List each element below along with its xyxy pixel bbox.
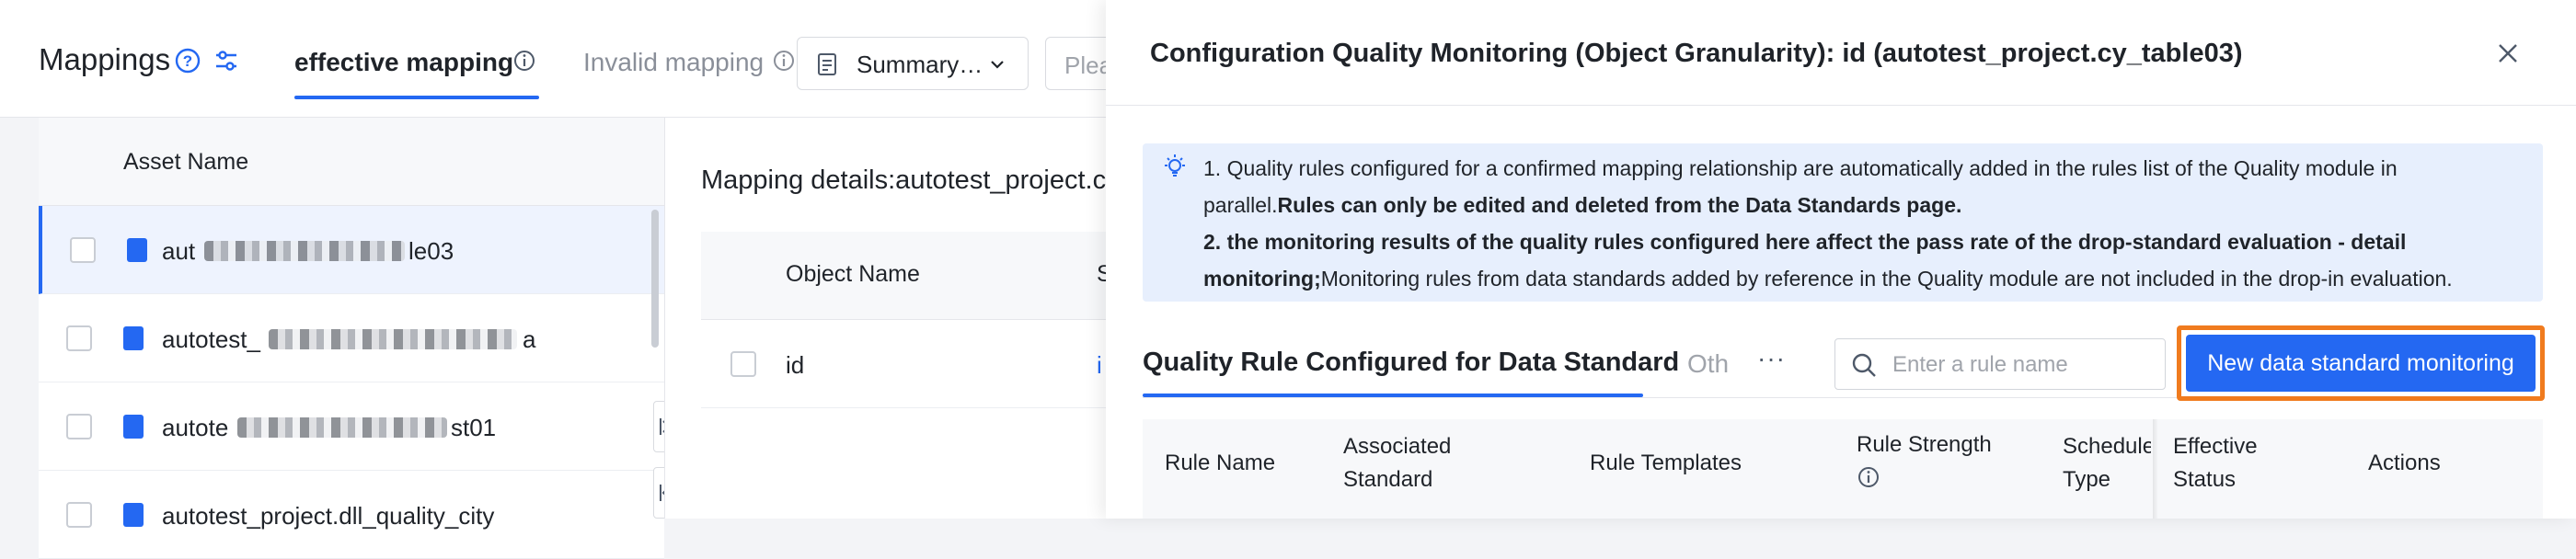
notice-line-3: 2. the monitoring results of the quality… [1203, 230, 2406, 255]
column-rule-name: Rule Name [1165, 451, 1276, 475]
column-label-line: Schedule [2063, 434, 2151, 459]
table-icon [127, 238, 147, 262]
asset-name-start: autotest_ [162, 325, 260, 353]
active-tab-indicator [294, 96, 539, 99]
column-associated-standard: Associated Standard [1343, 430, 1451, 496]
active-tab-indicator [1143, 394, 1643, 397]
redacted-text [269, 329, 517, 349]
asset-name-end: le03 [408, 237, 454, 265]
tab-other[interactable]: Oth [1687, 349, 1729, 379]
fixed-column-shadow [2153, 419, 2158, 519]
chevron-down-icon [987, 54, 1007, 74]
column-label-line: Rule Strength [1857, 432, 1992, 457]
row-checkbox[interactable] [66, 325, 92, 351]
new-data-standard-monitoring-button[interactable]: New data standard monitoring [2186, 335, 2536, 392]
notice-bold-text: monitoring; [1203, 267, 1321, 291]
help-icon[interactable]: ? [175, 48, 201, 74]
divider [1106, 105, 2576, 106]
button-label: New data standard monitoring [2207, 349, 2514, 376]
asset-name-start: aut [162, 237, 196, 265]
rule-search-input[interactable] [1891, 339, 2161, 391]
column-rule-strength: Rule Strength [1857, 428, 1992, 489]
column-effective-status: Effective Status [2173, 430, 2258, 496]
notice-line-2: parallel.Rules can only be edited and de… [1203, 193, 1961, 218]
summary-select-value: Summary… [857, 51, 983, 78]
info-icon[interactable] [1857, 465, 1992, 489]
asset-name: autotest_project.dll_quality_city [162, 502, 495, 530]
table-row[interactable]: autotest_ a [39, 294, 664, 382]
document-icon [816, 52, 838, 76]
notice-line-1: 1. Quality rules configured for a confir… [1203, 156, 2398, 180]
tab-quality-rule-data-standard[interactable]: Quality Rule Configured for Data Standar… [1143, 348, 1679, 378]
scrollbar[interactable] [651, 210, 659, 348]
table-row[interactable]: aut le03 [39, 206, 664, 294]
notice-text: parallel. [1203, 193, 1278, 217]
row-checkbox[interactable] [70, 237, 96, 263]
table-row[interactable]: autote st01 [39, 382, 664, 471]
table-icon [123, 503, 144, 527]
object-table-header: Object Name S [701, 232, 1113, 320]
column-label-line: Type [2063, 467, 2111, 492]
notice-bold-text: Rules can only be edited and deleted fro… [1277, 193, 1962, 217]
notice-bold-text: 2. the monitoring results of the quality… [1203, 230, 2407, 254]
asset-name-end: st01 [451, 414, 497, 441]
svg-text:?: ? [183, 52, 192, 70]
tab-label: effective mapping [294, 48, 514, 76]
summary-select[interactable]: Summary… [797, 37, 1029, 90]
table-icon [123, 326, 144, 350]
mapping-details-title: Mapping details:autotest_project.cy [701, 165, 1120, 195]
table-row[interactable]: autotest_project.dll_quality_city [39, 471, 664, 559]
more-tabs-button[interactable]: ··· [1757, 344, 1786, 373]
tab-invalid-mapping[interactable]: Invalid mapping [583, 48, 764, 77]
redacted-text [204, 241, 405, 261]
column-label-line: Effective [2173, 434, 2258, 459]
tab-effective-mapping[interactable]: effective mapping [294, 48, 513, 77]
notice-text: Monitoring rules from data standards add… [1320, 267, 2453, 291]
redacted-text [237, 417, 447, 438]
column-rule-templates: Rule Templates [1590, 451, 1742, 475]
filter-settings-icon[interactable] [213, 48, 239, 74]
search-icon [1850, 351, 1878, 379]
column-asset-name: Asset Name [123, 149, 249, 175]
rule-search-field[interactable] [1834, 338, 2166, 391]
row-checkbox[interactable] [730, 351, 756, 377]
table-row[interactable]: id i [701, 320, 1113, 408]
column-actions: Actions [2368, 451, 2441, 475]
lightbulb-icon [1161, 153, 1189, 180]
notice-line-4: monitoring;Monitoring rules from data st… [1203, 267, 2453, 291]
info-icon [773, 50, 795, 72]
asset-table-header: Asset Name [39, 118, 664, 206]
column-label-line: Status [2173, 467, 2237, 492]
drawer-title: Configuration Quality Monitoring (Object… [1150, 39, 2243, 68]
column-object-name: Object Name [786, 261, 920, 287]
object-link-truncated[interactable]: i [1097, 351, 1102, 380]
asset-name-end: a [523, 325, 536, 353]
column-label-line: Standard [1343, 467, 1433, 492]
tab-label: Invalid mapping [583, 48, 765, 76]
close-icon[interactable] [2493, 39, 2523, 68]
column-label-line: Associated [1343, 434, 1452, 459]
table-icon [123, 415, 144, 439]
page-title: Mappings [39, 42, 171, 76]
row-checkbox[interactable] [66, 414, 92, 439]
info-icon [513, 50, 535, 72]
object-name-cell: id [786, 351, 805, 379]
row-checkbox[interactable] [66, 502, 92, 528]
column-schedule-type: Schedule Type [2063, 430, 2151, 496]
asset-name-start: autote [162, 414, 229, 441]
